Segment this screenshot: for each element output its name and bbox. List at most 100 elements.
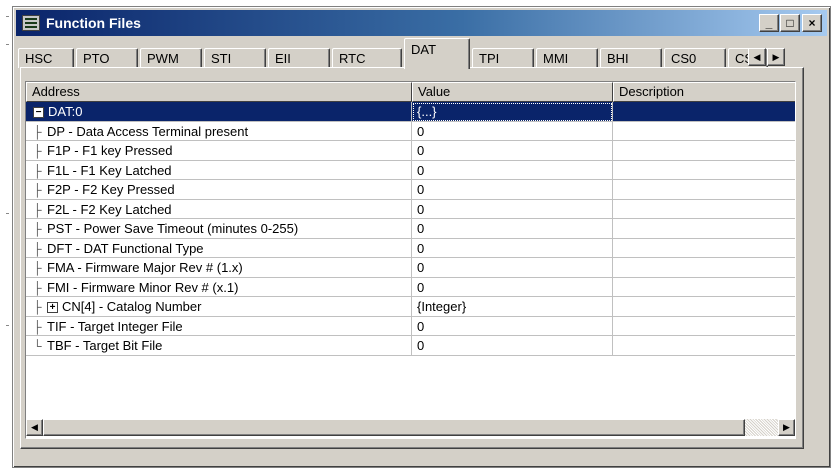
tree-connector-icon: ├ <box>33 319 42 334</box>
table-row[interactable]: ├ DP - Data Access Terminal present 0 <box>26 121 795 141</box>
table-row[interactable]: ├ PST - Power Save Timeout (minutes 0-255… <box>26 219 795 239</box>
table-row[interactable]: − DAT:0 {...} <box>26 102 795 122</box>
value-cell[interactable]: {Integer} <box>412 297 613 317</box>
collapse-icon[interactable]: − <box>33 107 44 119</box>
tree-connector-icon: ├ <box>33 183 42 197</box>
description-cell[interactable] <box>613 278 795 297</box>
address-cell[interactable]: ├ + CN[4] - Catalog Number <box>26 297 412 317</box>
address-cell[interactable]: ├ F1L - F1 Key Latched <box>26 160 412 180</box>
tree-connector-icon: ├ <box>33 124 42 139</box>
address-cell[interactable]: ├ F2P - F2 Key Pressed <box>26 180 412 200</box>
tab-pwm[interactable]: PWM <box>140 48 202 68</box>
table-row[interactable]: ├ DFT - DAT Functional Type 0 <box>26 238 795 258</box>
edge-mark <box>6 213 9 214</box>
expand-icon[interactable]: + <box>47 302 58 314</box>
value-cell[interactable]: 0 <box>412 219 613 239</box>
data-grid[interactable]: Address Value Description − DAT:0 {...} ├ DP… <box>25 81 796 439</box>
title-bar[interactable]: Function Files _ □ × <box>16 10 827 36</box>
description-cell[interactable] <box>613 102 795 122</box>
address-text: TBF - Target Bit File <box>47 338 163 353</box>
edge-mark <box>6 16 9 17</box>
maximize-button[interactable]: □ <box>780 14 800 32</box>
table-row[interactable]: ├ F1P - F1 key Pressed 0 <box>26 141 795 161</box>
tab-mmi[interactable]: MMI <box>536 48 598 68</box>
table-row[interactable]: ├ F2L - F2 Key Latched 0 <box>26 199 795 219</box>
tree-connector-icon: ├ <box>33 222 42 236</box>
description-cell[interactable] <box>613 200 795 219</box>
description-cell[interactable] <box>613 180 795 200</box>
description-cell[interactable] <box>613 317 795 336</box>
scroll-track[interactable] <box>745 419 778 436</box>
grid-rows: − DAT:0 {...} ├ DP - Data Access Terminal pr… <box>26 102 795 356</box>
address-cell[interactable]: ├ TIF - Target Integer File <box>26 316 412 336</box>
address-text: FMA - Firmware Major Rev # (1.x) <box>47 260 243 275</box>
minimize-button[interactable]: _ <box>759 14 779 32</box>
tree-connector-icon: ├ <box>33 261 42 275</box>
tab-dat[interactable]: DAT <box>404 38 470 69</box>
address-cell[interactable]: ├ FMI - Firmware Minor Rev # (x.1) <box>26 277 412 297</box>
description-cell[interactable] <box>613 141 795 161</box>
table-row[interactable]: ├ F1L - F1 Key Latched 0 <box>26 160 795 180</box>
tab-rtc[interactable]: RTC <box>332 48 402 68</box>
address-text: F2P - F2 Key Pressed <box>47 182 175 197</box>
description-cell[interactable] <box>613 336 795 356</box>
scroll-right-button[interactable]: ▶ <box>778 419 795 436</box>
column-header-value[interactable]: Value <box>412 82 613 102</box>
tab-hsc[interactable]: HSC <box>18 48 74 68</box>
value-cell[interactable]: 0 <box>412 258 613 278</box>
address-cell[interactable]: ├ FMA - Firmware Major Rev # (1.x) <box>26 258 412 278</box>
tab-scroll-right-button[interactable]: ▶ <box>767 48 785 66</box>
tab-pto[interactable]: PTO <box>76 48 138 68</box>
table-row[interactable]: ├ TIF - Target Integer File 0 <box>26 316 795 336</box>
table-row[interactable]: ├ + CN[4] - Catalog Number {Integer} <box>26 297 795 317</box>
address-text: TIF - Target Integer File <box>47 318 183 334</box>
tab-scroll-left-button[interactable]: ◀ <box>748 48 766 66</box>
description-cell[interactable] <box>613 239 795 258</box>
description-cell[interactable] <box>613 258 795 278</box>
tab-sti[interactable]: STI <box>204 48 266 68</box>
address-cell[interactable]: ├ F2L - F2 Key Latched <box>26 199 412 219</box>
value-cell[interactable]: 0 <box>412 277 613 297</box>
table-row[interactable]: ├ FMI - Firmware Minor Rev # (x.1) 0 <box>26 277 795 297</box>
tree-connector-icon: ├ <box>33 300 42 314</box>
description-cell[interactable] <box>613 219 795 239</box>
tab-strip: HSC PTO PWM STI EII RTC DAT TPI MMI BHI … <box>18 38 804 69</box>
address-text: F1L - F1 Key Latched <box>47 162 172 178</box>
value-cell[interactable]: 0 <box>412 238 613 258</box>
value-cell[interactable]: 0 <box>412 160 613 180</box>
table-row[interactable]: ├ F2P - F2 Key Pressed 0 <box>26 180 795 200</box>
table-row[interactable]: └ TBF - Target Bit File 0 <box>26 336 795 356</box>
grid-header: Address Value Description <box>26 82 795 102</box>
tree-connector-icon: ├ <box>33 202 42 217</box>
value-cell[interactable]: 0 <box>412 141 613 161</box>
scroll-left-button[interactable]: ◀ <box>26 419 43 436</box>
address-cell[interactable]: − DAT:0 <box>26 102 412 122</box>
tab-cs0[interactable]: CS0 <box>664 48 726 68</box>
value-cell[interactable]: 0 <box>412 180 613 200</box>
description-cell[interactable] <box>613 161 795 180</box>
address-cell[interactable]: ├ DP - Data Access Terminal present <box>26 121 412 141</box>
tab-tpi[interactable]: TPI <box>472 48 534 68</box>
address-cell[interactable]: ├ F1P - F1 key Pressed <box>26 141 412 161</box>
value-cell[interactable]: 0 <box>412 121 613 141</box>
address-cell[interactable]: ├ PST - Power Save Timeout (minutes 0-255… <box>26 219 412 239</box>
value-cell[interactable]: {...} <box>412 102 613 122</box>
table-row[interactable]: ├ FMA - Firmware Major Rev # (1.x) 0 <box>26 258 795 278</box>
value-cell[interactable]: 0 <box>412 316 613 336</box>
column-header-address[interactable]: Address <box>26 82 412 102</box>
description-cell[interactable] <box>613 297 795 317</box>
address-cell[interactable]: ├ DFT - DAT Functional Type <box>26 238 412 258</box>
scroll-thumb[interactable] <box>43 419 745 436</box>
address-cell[interactable]: └ TBF - Target Bit File <box>26 336 412 356</box>
value-cell[interactable]: 0 <box>412 336 613 356</box>
tab-bhi[interactable]: BHI <box>600 48 662 68</box>
tab-eii[interactable]: EII <box>268 48 330 68</box>
value-cell[interactable]: 0 <box>412 199 613 219</box>
horizontal-scrollbar[interactable]: ◀ ▶ <box>26 419 795 436</box>
address-text: CN[4] - Catalog Number <box>62 299 202 314</box>
column-header-description[interactable]: Description <box>613 82 795 102</box>
description-cell[interactable] <box>613 122 795 141</box>
address-text: FMI - Firmware Minor Rev # (x.1) <box>47 279 239 295</box>
close-button[interactable]: × <box>802 14 822 32</box>
tree-connector-icon: ├ <box>33 280 42 295</box>
